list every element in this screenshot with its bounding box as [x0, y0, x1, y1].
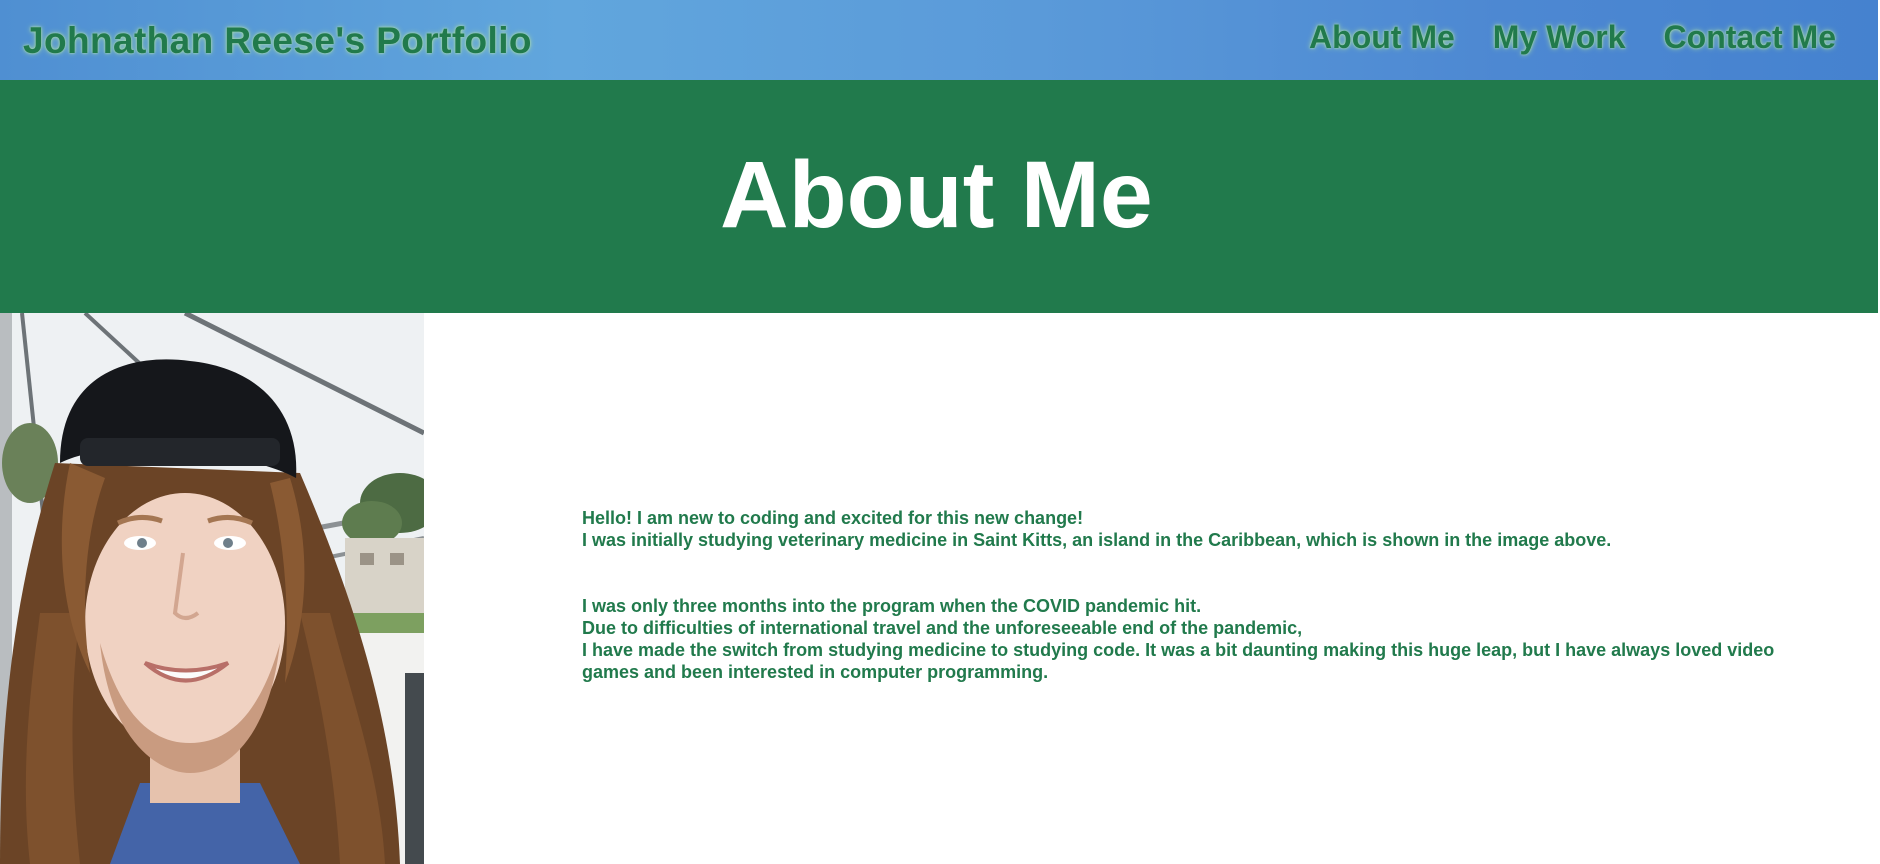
portrait-image	[0, 313, 424, 864]
hero-banner: About Me	[0, 80, 1878, 313]
about-paragraph-2: I was only three months into the program…	[582, 595, 1832, 683]
page: Johnathan Reese's Portfolio About Me My …	[0, 0, 1880, 864]
about-line: I was only three months into the program…	[582, 596, 1202, 616]
about-line: I have made the switch from studying med…	[582, 640, 1775, 682]
about-line: Due to difficulties of international tra…	[582, 618, 1303, 638]
about-text: Hello! I am new to coding and excited fo…	[582, 507, 1832, 727]
nav-link-contact-me[interactable]: Contact Me	[1664, 19, 1836, 56]
hero-title: About Me	[720, 142, 1153, 248]
about-paragraph-1: Hello! I am new to coding and excited fo…	[582, 507, 1832, 551]
about-line: I was initially studying veterinary medi…	[582, 530, 1612, 550]
nav-link-my-work[interactable]: My Work	[1493, 19, 1626, 56]
site-title: Johnathan Reese's Portfolio	[23, 20, 532, 61]
nav-link-about-me[interactable]: About Me	[1309, 19, 1455, 56]
site-header: Johnathan Reese's Portfolio About Me My …	[0, 0, 1878, 80]
about-line: Hello! I am new to coding and excited fo…	[582, 508, 1084, 528]
main-nav: About Me My Work Contact Me	[1309, 19, 1836, 56]
